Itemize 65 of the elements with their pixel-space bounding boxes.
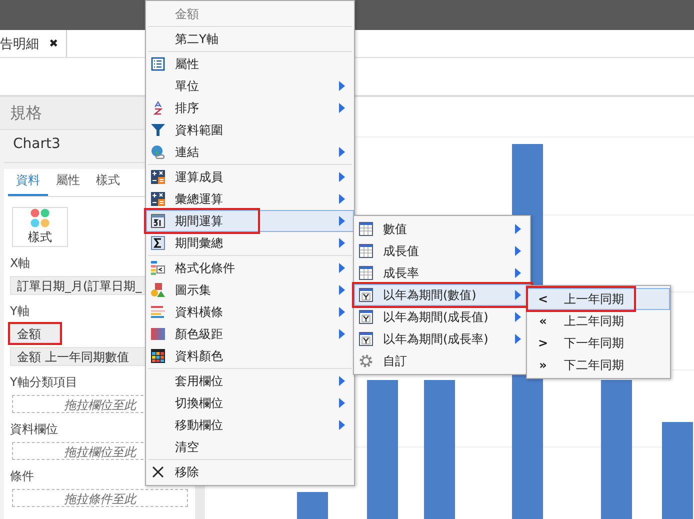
globe-icon: [151, 145, 165, 159]
menu-item[interactable]: 彙總運算: [146, 188, 354, 210]
field-chip[interactable]: 金額: [10, 324, 60, 343]
chevron-icon: »: [536, 358, 550, 372]
section-label: 條件: [10, 468, 34, 485]
chevron-icon: <: [536, 292, 550, 306]
section-label: Y軸分類項目: [10, 374, 78, 391]
menu-item[interactable]: 以年為期間(數值): [354, 284, 530, 306]
table-icon: [359, 266, 373, 280]
calendar-icon: [151, 214, 165, 228]
sort-icon: [151, 101, 165, 115]
menu-item[interactable]: 套用欄位: [146, 370, 354, 392]
calendar-icon: [359, 288, 373, 302]
section-label: 資料欄位: [10, 421, 58, 438]
list-icon: [151, 57, 165, 71]
menu-item[interactable]: « 上二年同期: [527, 310, 670, 332]
menu-item[interactable]: 屬性: [146, 53, 354, 75]
chevron-icon: >: [536, 336, 550, 350]
menu-item[interactable]: » 下二年同期: [527, 354, 670, 376]
menu-item[interactable]: 移除: [146, 461, 354, 483]
menu-item[interactable]: > 下一年同期: [527, 332, 670, 354]
menu-item[interactable]: 以年為期間(成長值): [354, 306, 530, 328]
menu-item[interactable]: 第二Y軸: [146, 28, 354, 50]
document-tab[interactable]: 告明細 ✖: [0, 30, 68, 57]
dots-icon: [30, 208, 50, 228]
close-icon[interactable]: ✖: [49, 37, 58, 50]
format-icon: [151, 261, 165, 275]
menu-item[interactable]: 成長率: [354, 262, 530, 284]
chevron-icon: «: [536, 314, 550, 328]
menu-item[interactable]: 資料橫條: [146, 301, 354, 323]
menu-item[interactable]: 顏色級距: [146, 323, 354, 345]
style-button[interactable]: 樣式: [12, 207, 68, 247]
menu-item[interactable]: 期間運算: [146, 210, 354, 232]
color-grid-icon: [151, 349, 165, 363]
gradient-icon: [151, 327, 165, 341]
menu-item[interactable]: 移動欄位: [146, 414, 354, 436]
drop-zone[interactable]: 拖拉條件至此: [12, 489, 188, 507]
panel-tab[interactable]: 資料: [8, 169, 48, 196]
menu-item[interactable]: 以年為期間(成長率): [354, 328, 530, 350]
menu-item[interactable]: 格式化條件: [146, 257, 354, 279]
settings-icon: [359, 354, 373, 368]
section-label: Y軸: [10, 303, 30, 320]
menu-item[interactable]: 數值: [354, 218, 530, 240]
calendar-icon: [359, 332, 373, 346]
chart-bar: [297, 492, 328, 519]
funnel-icon: [151, 123, 165, 137]
menu-header: 金額: [174, 6, 200, 22]
close-icon: [151, 465, 165, 479]
table-icon: [359, 222, 373, 236]
panel-tab[interactable]: 屬性: [48, 169, 88, 196]
calculator-icon: [151, 192, 165, 206]
section-label: X軸: [10, 255, 30, 272]
menu-item[interactable]: 成長值: [354, 240, 530, 262]
menu-item[interactable]: < 上一年同期: [527, 288, 670, 310]
data-bar-icon: [151, 305, 165, 319]
shapes-icon: [151, 283, 165, 297]
calculator-icon: [151, 170, 165, 184]
panel-tab[interactable]: 樣式: [88, 169, 128, 196]
table-icon: [359, 244, 373, 258]
menu-item[interactable]: 運算成員: [146, 166, 354, 188]
menu-item[interactable]: 期間彙總: [146, 232, 354, 254]
menu-item[interactable]: 單位: [146, 75, 354, 97]
sigma-icon: [151, 236, 165, 250]
calendar-icon: [359, 310, 373, 324]
menu-item[interactable]: 自訂: [354, 350, 530, 372]
